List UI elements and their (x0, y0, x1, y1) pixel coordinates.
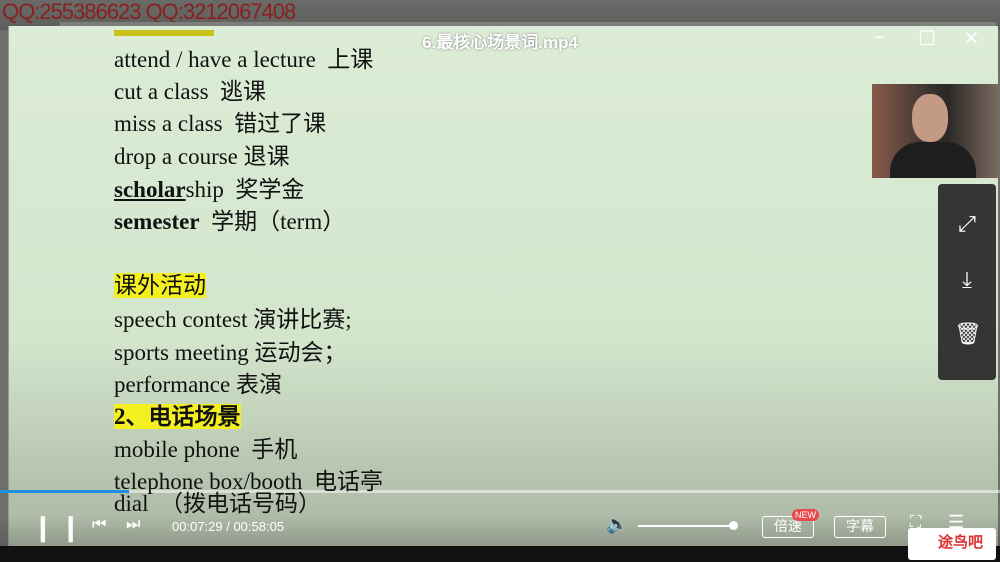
slide-line: performance 表演 (114, 372, 282, 397)
progress-fill (0, 490, 129, 493)
previous-icon[interactable]: ⏮ (92, 516, 106, 534)
slide-line: semester 学期（term） (114, 209, 346, 234)
next-icon[interactable]: ⏭ (126, 516, 140, 534)
slide-line: sports meeting 运动会； (114, 340, 347, 365)
slide-line: miss a class 错过了课 (114, 111, 327, 136)
site-logo: 途鸟吧 (908, 528, 996, 560)
volume-handle[interactable] (729, 521, 738, 530)
slide-line: scholarship 奖学金 (114, 177, 305, 202)
webcam-video (872, 84, 998, 178)
subtitle-button[interactable]: 字幕 (834, 516, 886, 538)
close-button[interactable]: ✕ (963, 26, 980, 50)
volume-icon[interactable]: 🔈 (606, 514, 628, 535)
slide-heading: 课外活动 (114, 273, 206, 298)
slide-line: speech contest 演讲比赛; (114, 307, 352, 332)
side-panel: ⤢ ⤓ 🗑 (938, 184, 996, 380)
slide-line: attend / have a lecture 上课 (114, 47, 374, 72)
pause-icon[interactable]: ❙❙ (32, 512, 88, 543)
slide-line: drop a course 退课 (114, 144, 290, 169)
minimize-button[interactable]: – (874, 24, 884, 48)
slide-line: dial （拨电话号码） (114, 491, 321, 516)
body (890, 142, 976, 178)
slide-line: cut a class 逃课 (114, 79, 267, 104)
logo-text: 途鸟吧 (938, 533, 984, 551)
taskbar (0, 546, 1000, 562)
slide-heading: 2、电话场景 (114, 404, 241, 429)
time-display: 00:07:29 / 00:58:05 (172, 519, 285, 534)
slide-line: mobile phone 手机 (114, 437, 298, 462)
trash-icon[interactable]: 🗑 (954, 322, 982, 348)
maximize-button[interactable]: ☐ (918, 26, 936, 50)
new-badge: NEW (792, 509, 819, 521)
face (912, 94, 948, 142)
share-icon[interactable]: ⤢ (954, 212, 980, 238)
volume-slider[interactable] (638, 521, 738, 530)
download-icon[interactable]: ⤓ (954, 268, 980, 294)
